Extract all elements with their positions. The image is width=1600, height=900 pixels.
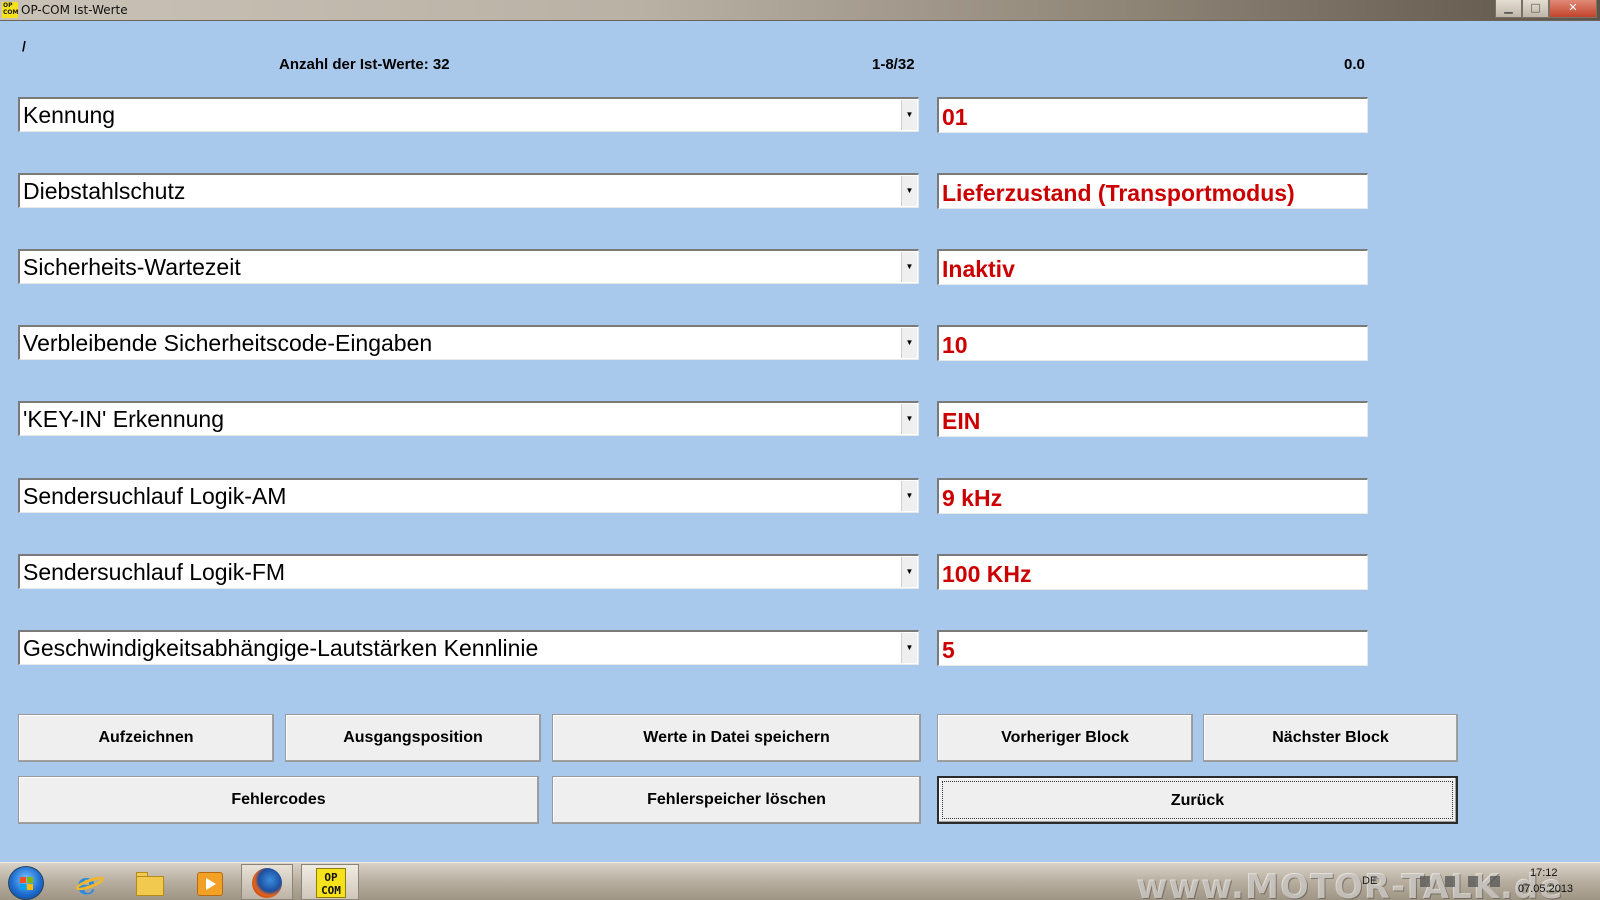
parameter-value: 5 bbox=[942, 637, 955, 663]
home-position-button[interactable]: Ausgangsposition bbox=[285, 714, 541, 762]
page-range-label: 1-8/32 bbox=[872, 56, 915, 73]
parameter-value-field: Inaktiv bbox=[937, 249, 1368, 285]
parameter-select[interactable]: Sendersuchlauf Logik-FM ▼ bbox=[18, 554, 919, 589]
language-indicator[interactable]: DE bbox=[1362, 875, 1377, 887]
chevron-down-icon[interactable]: ▼ bbox=[901, 633, 917, 663]
close-button[interactable]: ✕ bbox=[1549, 0, 1597, 18]
windows-logo-icon bbox=[20, 877, 34, 891]
tray-icon[interactable] bbox=[1420, 876, 1430, 887]
firefox-icon bbox=[252, 868, 282, 898]
parameter-value-field: 5 bbox=[937, 630, 1368, 666]
parameter-value: 9 kHz bbox=[942, 485, 1003, 511]
chevron-down-icon[interactable]: ▼ bbox=[901, 252, 917, 282]
parameter-value-field: Lieferzustand (Transportmodus) bbox=[937, 173, 1368, 209]
opcom-app-icon: OP COM bbox=[2, 2, 19, 18]
parameter-label: Geschwindigkeitsabhängige-Lautstärken Ke… bbox=[23, 635, 539, 661]
parameter-value-field: 01 bbox=[937, 97, 1368, 133]
opcom-taskbar-button[interactable]: OP COM bbox=[301, 864, 359, 900]
minimize-button[interactable]: ▁ bbox=[1495, 0, 1522, 18]
next-block-button[interactable]: Nächster Block bbox=[1203, 714, 1458, 762]
previous-block-button[interactable]: Vorheriger Block bbox=[937, 714, 1193, 762]
clock-date[interactable]: 07.05.2013 bbox=[1518, 883, 1573, 895]
parameter-value: 100 KHz bbox=[942, 561, 1032, 587]
chevron-down-icon[interactable]: ▼ bbox=[901, 176, 917, 206]
parameter-select[interactable]: Kennung ▼ bbox=[18, 97, 919, 132]
header-value-label: 0.0 bbox=[1344, 56, 1365, 73]
parameter-select[interactable]: Geschwindigkeitsabhängige-Lautstärken Ke… bbox=[18, 630, 919, 665]
window-title: OP-COM Ist-Werte bbox=[21, 3, 128, 17]
parameter-value-field: 9 kHz bbox=[937, 478, 1368, 514]
value-count-label: Anzahl der Ist-Werte: 32 bbox=[279, 56, 450, 73]
parameter-value: 01 bbox=[942, 104, 968, 130]
chevron-down-icon[interactable]: ▼ bbox=[901, 557, 917, 587]
opcom-icon: OP COM bbox=[316, 868, 346, 898]
parameter-value: 10 bbox=[942, 332, 968, 358]
folder-icon[interactable] bbox=[132, 866, 168, 900]
parameter-value-field: EIN bbox=[937, 401, 1368, 437]
start-icon[interactable] bbox=[8, 866, 44, 900]
parameter-select[interactable]: Sendersuchlauf Logik-AM ▼ bbox=[18, 478, 919, 513]
parameter-select[interactable]: Sicherheits-Wartezeit ▼ bbox=[18, 249, 919, 284]
parameter-select[interactable]: Verbleibende Sicherheitscode-Eingaben ▼ bbox=[18, 325, 919, 360]
parameter-label: Kennung bbox=[23, 102, 116, 128]
firefox-taskbar-button[interactable] bbox=[241, 864, 293, 900]
parameter-label: Sendersuchlauf Logik-AM bbox=[23, 483, 287, 509]
taskbar: e OP COM www.MOTOR-TALK.de DE 17:12 07.0… bbox=[0, 862, 1600, 900]
parameter-select[interactable]: 'KEY-IN' Erkennung ▼ bbox=[18, 401, 919, 436]
volume-icon[interactable] bbox=[1490, 876, 1500, 887]
error-codes-button[interactable]: Fehlercodes bbox=[18, 776, 539, 824]
record-button[interactable]: Aufzeichnen bbox=[18, 714, 274, 762]
parameter-value: Inaktiv bbox=[942, 256, 1015, 282]
parameter-value: Lieferzustand (Transportmodus) bbox=[942, 180, 1295, 206]
chevron-down-icon[interactable]: ▼ bbox=[901, 404, 917, 434]
parameter-label: Diebstahlschutz bbox=[23, 178, 186, 204]
parameter-value-field: 100 KHz bbox=[937, 554, 1368, 590]
network-icon[interactable] bbox=[1468, 876, 1478, 887]
parameter-label: Sendersuchlauf Logik-FM bbox=[23, 559, 286, 585]
parameter-label: 'KEY-IN' Erkennung bbox=[23, 406, 224, 432]
internet-explorer-icon[interactable]: e bbox=[72, 866, 108, 900]
parameter-select[interactable]: Diebstahlschutz ▼ bbox=[18, 173, 919, 208]
save-to-file-button[interactable]: Werte in Datei speichern bbox=[552, 714, 921, 762]
parameter-value: EIN bbox=[942, 408, 981, 434]
maximize-button[interactable]: □ bbox=[1522, 0, 1549, 18]
parameter-label: Sicherheits-Wartezeit bbox=[23, 254, 241, 280]
back-button[interactable]: Zurück bbox=[937, 776, 1458, 824]
parameter-label: Verbleibende Sicherheitscode-Eingaben bbox=[23, 330, 433, 356]
flag-icon[interactable] bbox=[1445, 876, 1455, 887]
title-bar: OP COM OP-COM Ist-Werte ▁ □ ✕ bbox=[0, 0, 1600, 21]
chevron-down-icon[interactable]: ▼ bbox=[901, 481, 917, 511]
media-player-icon[interactable] bbox=[192, 866, 228, 900]
path-indicator: / bbox=[22, 38, 26, 54]
chevron-down-icon[interactable]: ▼ bbox=[901, 328, 917, 358]
chevron-down-icon[interactable]: ▼ bbox=[901, 100, 917, 130]
parameter-value-field: 10 bbox=[937, 325, 1368, 361]
clock-time[interactable]: 17:12 bbox=[1530, 867, 1558, 879]
clear-error-memory-button[interactable]: Fehlerspeicher löschen bbox=[552, 776, 921, 824]
